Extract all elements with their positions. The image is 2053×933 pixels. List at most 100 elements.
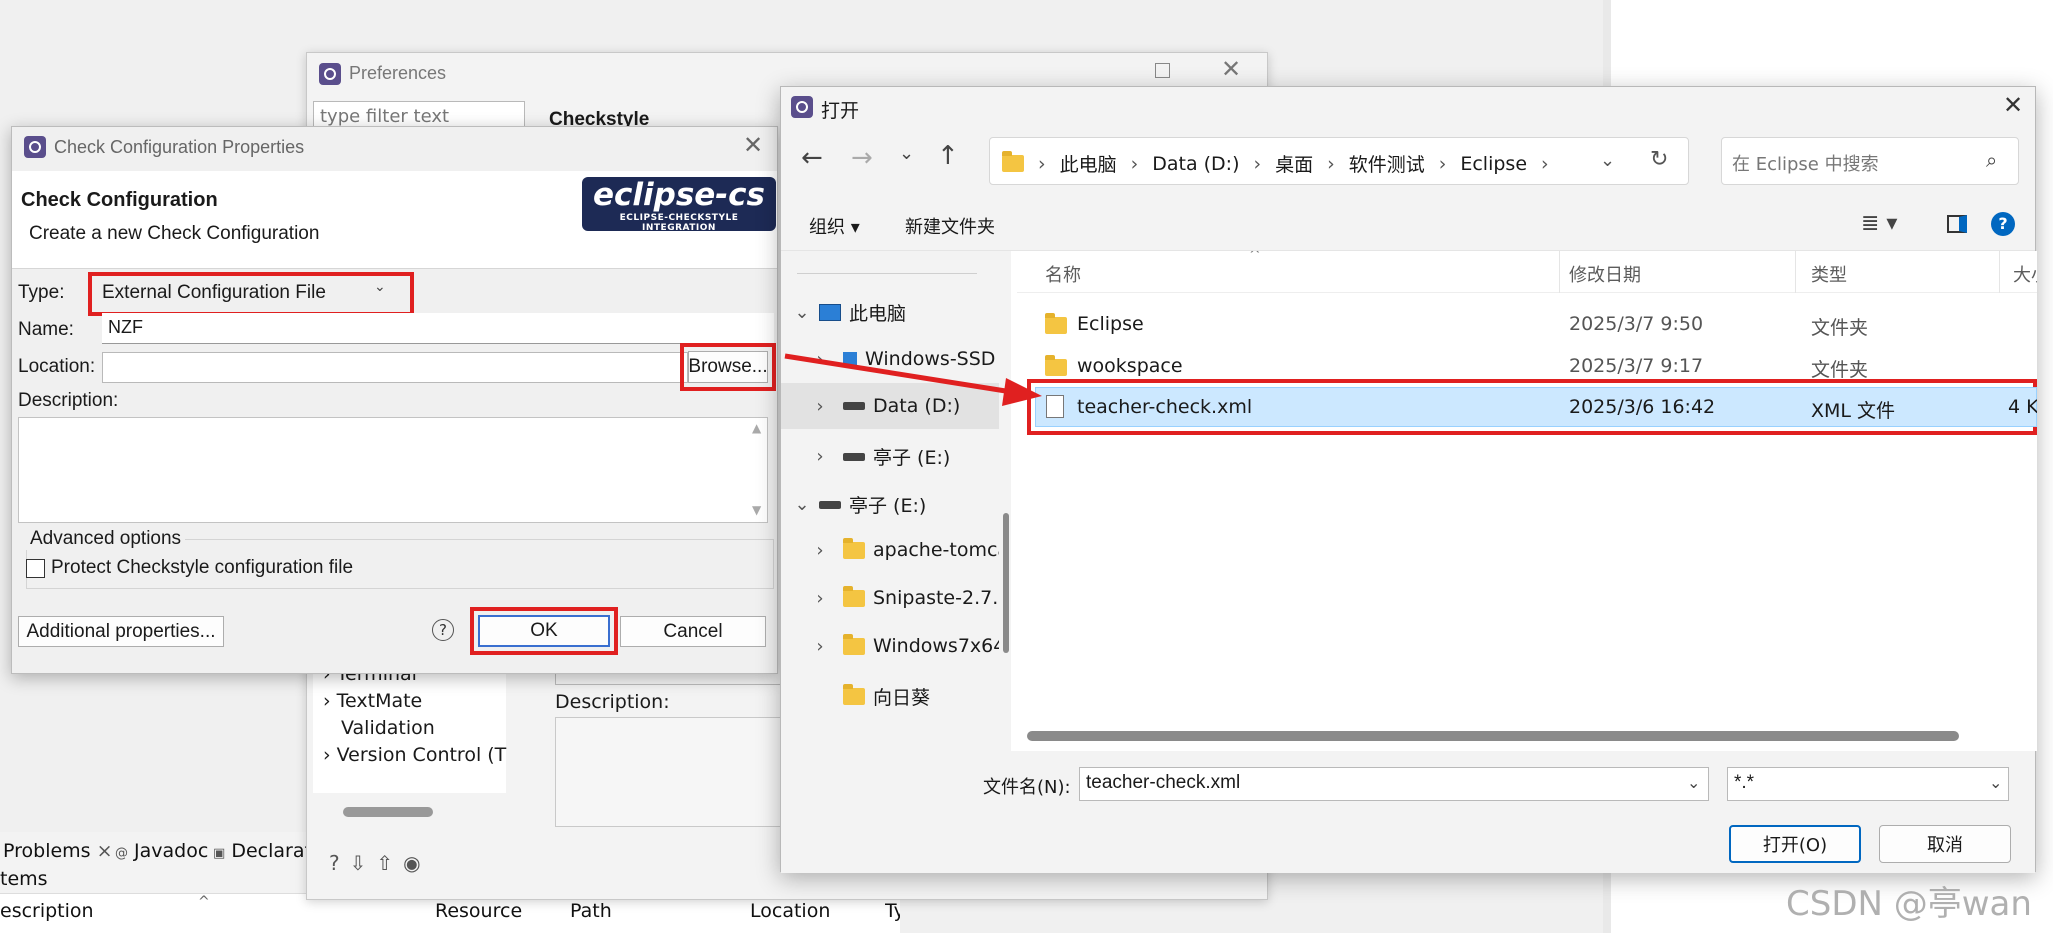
folder-icon bbox=[843, 684, 865, 705]
refresh-icon[interactable]: ↻ bbox=[1650, 147, 1668, 172]
filename-input[interactable]: teacher-check.xml bbox=[1079, 767, 1709, 801]
type-select[interactable]: External Configuration File bbox=[102, 282, 326, 304]
navigation-pane: ⌄ 此电脑 › Windows-SSD › Data (D:) › 亭子 (E:… bbox=[781, 251, 999, 751]
help-icon[interactable]: ? bbox=[1991, 212, 2015, 236]
dialog-titlebar: 打开 ✕ bbox=[781, 87, 2035, 127]
folder-icon bbox=[843, 633, 865, 655]
cancel-button[interactable]: 取消 bbox=[1879, 825, 2011, 863]
file-type: 文件夹 bbox=[1811, 317, 1869, 339]
col-name[interactable]: 名称 bbox=[1045, 261, 1081, 287]
close-icon[interactable]: ✕ bbox=[743, 131, 763, 159]
additional-properties-button[interactable]: Additional properties... bbox=[18, 616, 224, 647]
browse-button[interactable]: Browse... bbox=[688, 351, 768, 383]
description-label: Description: bbox=[18, 390, 119, 411]
forward-arrow-icon[interactable]: → bbox=[851, 143, 873, 173]
sort-up-icon: ^ bbox=[198, 894, 210, 910]
file-row-selected[interactable]: teacher-check.xml 2025/3/6 16:42 XML 文件 … bbox=[1035, 387, 2037, 427]
tree-item[interactable]: Validation bbox=[341, 717, 435, 739]
close-icon[interactable]: ✕ bbox=[2003, 91, 2023, 119]
tree-item[interactable]: › Version Control (T bbox=[323, 744, 506, 766]
nav-item-folder[interactable]: › Snipaste-2.7.3 bbox=[811, 585, 999, 609]
sort-up-icon: ^ bbox=[1249, 251, 1261, 263]
breadcrumb-item[interactable]: Eclipse bbox=[1460, 153, 1527, 175]
tab-problems[interactable]: Problems × bbox=[3, 840, 113, 862]
file-list-header: 名称 ^ 修改日期 类型 大小 bbox=[1017, 251, 2037, 293]
file-type: 文件夹 bbox=[1811, 359, 1869, 381]
dialog-header: Check Configuration Create a new Check C… bbox=[12, 171, 777, 269]
preview-pane-icon[interactable] bbox=[1947, 215, 1967, 233]
command-bar: 组织 ▾ 新建文件夹 ≣ ▾ ? bbox=[781, 199, 2035, 251]
breadcrumb-item[interactable]: Data (D:) bbox=[1152, 153, 1239, 175]
cancel-button[interactable]: Cancel bbox=[620, 616, 766, 647]
name-field[interactable]: NZF bbox=[102, 313, 774, 344]
nav-scrollbar[interactable] bbox=[1003, 513, 1009, 653]
help-icon[interactable]: ? bbox=[432, 619, 454, 641]
filename-label: 文件名(N): bbox=[983, 777, 1071, 798]
col-date[interactable]: 修改日期 bbox=[1569, 261, 1641, 287]
file-name: Eclipse bbox=[1077, 313, 1144, 335]
breadcrumb-item[interactable]: 桌面 bbox=[1275, 150, 1313, 177]
tree-item[interactable]: › TextMate bbox=[323, 690, 422, 712]
open-button[interactable]: 打开(O) bbox=[1729, 825, 1861, 863]
import-icon[interactable]: ⇩ bbox=[350, 851, 377, 875]
header-subtitle: Create a new Check Configuration bbox=[29, 223, 320, 244]
record-icon[interactable]: ◉ bbox=[403, 851, 430, 875]
scroll-up-icon[interactable]: ▲ bbox=[752, 421, 761, 435]
filetype-select[interactable]: *.* bbox=[1727, 767, 2009, 801]
tab-javadoc[interactable]: @ Javadoc bbox=[115, 840, 208, 862]
chevron-right-icon: › bbox=[816, 635, 824, 657]
chevron-down-icon[interactable]: ⌄ bbox=[1687, 773, 1700, 792]
recent-dropdown-icon[interactable]: ⌄ bbox=[899, 143, 914, 164]
description-textarea[interactable] bbox=[18, 417, 768, 523]
col-size[interactable]: 大小 bbox=[2013, 261, 2037, 287]
nav-item-this-pc[interactable]: ⌄ 此电脑 bbox=[793, 299, 906, 326]
new-folder-button[interactable]: 新建文件夹 bbox=[905, 213, 995, 239]
address-bar[interactable]: › 此电脑 › Data (D:) › 桌面 › 软件测试 › Eclipse … bbox=[989, 137, 1689, 185]
horizontal-scrollbar[interactable] bbox=[1027, 731, 1959, 741]
breadcrumb-item[interactable]: 此电脑 bbox=[1060, 150, 1117, 177]
chevron-down-icon[interactable]: ⌄ bbox=[1989, 773, 2002, 792]
nav-item-drive-e-expanded[interactable]: ⌄ 亭子 (E:) bbox=[793, 491, 926, 518]
export-icon[interactable]: ⇧ bbox=[376, 851, 403, 875]
maximize-icon[interactable] bbox=[1155, 63, 1170, 78]
col-resource[interactable]: Resource bbox=[435, 900, 522, 922]
file-date: 2025/3/7 9:17 bbox=[1569, 355, 1704, 377]
col-description[interactable]: escription bbox=[0, 900, 94, 922]
nav-scrollbar-track bbox=[999, 251, 1011, 751]
name-label: Name: bbox=[18, 319, 74, 340]
tree-scrollbar[interactable] bbox=[343, 807, 433, 817]
tab-declaration[interactable]: ▣ Declarati bbox=[213, 840, 317, 862]
protect-checkbox[interactable] bbox=[26, 559, 45, 578]
scroll-down-icon[interactable]: ▼ bbox=[752, 503, 761, 517]
breadcrumb-item[interactable]: 软件测试 bbox=[1349, 150, 1425, 177]
search-box[interactable]: 在 Eclipse 中搜索 ⌕ bbox=[1721, 137, 2019, 185]
organize-menu[interactable]: 组织 ▾ bbox=[809, 213, 860, 239]
col-location[interactable]: Location bbox=[750, 900, 830, 922]
up-arrow-icon[interactable]: ↑ bbox=[937, 141, 959, 171]
help-icon[interactable]: ? bbox=[329, 851, 350, 875]
col-type[interactable]: 类型 bbox=[1811, 261, 1847, 287]
back-arrow-icon[interactable]: ← bbox=[801, 143, 823, 173]
nav-item-folder[interactable]: › apache-tomca bbox=[811, 537, 999, 561]
eclipse-icon bbox=[791, 96, 813, 118]
search-input[interactable]: 在 Eclipse 中搜索 bbox=[1732, 150, 1879, 176]
chevron-down-icon: ⌄ bbox=[794, 494, 810, 515]
chevron-right-icon: › bbox=[816, 539, 824, 561]
view-options-icon[interactable]: ≣ ▾ bbox=[1861, 211, 1897, 236]
nav-item-folder[interactable]: 向日葵 bbox=[843, 683, 930, 710]
address-dropdown-icon[interactable]: ⌄ bbox=[1600, 150, 1615, 171]
check-config-dialog: Check Configuration Properties ✕ Check C… bbox=[11, 126, 778, 674]
chevron-down-icon: ⌄ bbox=[794, 302, 810, 323]
col-type[interactable]: Type bbox=[885, 900, 900, 922]
col-path[interactable]: Path bbox=[570, 900, 612, 922]
ok-button[interactable]: OK bbox=[478, 615, 610, 647]
nav-item-drive-e[interactable]: › 亭子 (E:) bbox=[811, 443, 950, 470]
nav-item-folder[interactable]: › Windows7x64 bbox=[811, 633, 999, 657]
file-type: XML 文件 bbox=[1811, 400, 1896, 422]
header-title: Check Configuration bbox=[21, 189, 218, 211]
chevron-down-icon[interactable]: ⌄ bbox=[374, 279, 386, 295]
preferences-footer-icons[interactable]: ?⇩⇧◉ bbox=[329, 851, 431, 875]
location-field[interactable] bbox=[102, 352, 688, 383]
file-row[interactable]: Eclipse 2025/3/7 9:50 文件夹 bbox=[1017, 305, 2037, 345]
close-icon[interactable]: ✕ bbox=[1221, 55, 1241, 83]
